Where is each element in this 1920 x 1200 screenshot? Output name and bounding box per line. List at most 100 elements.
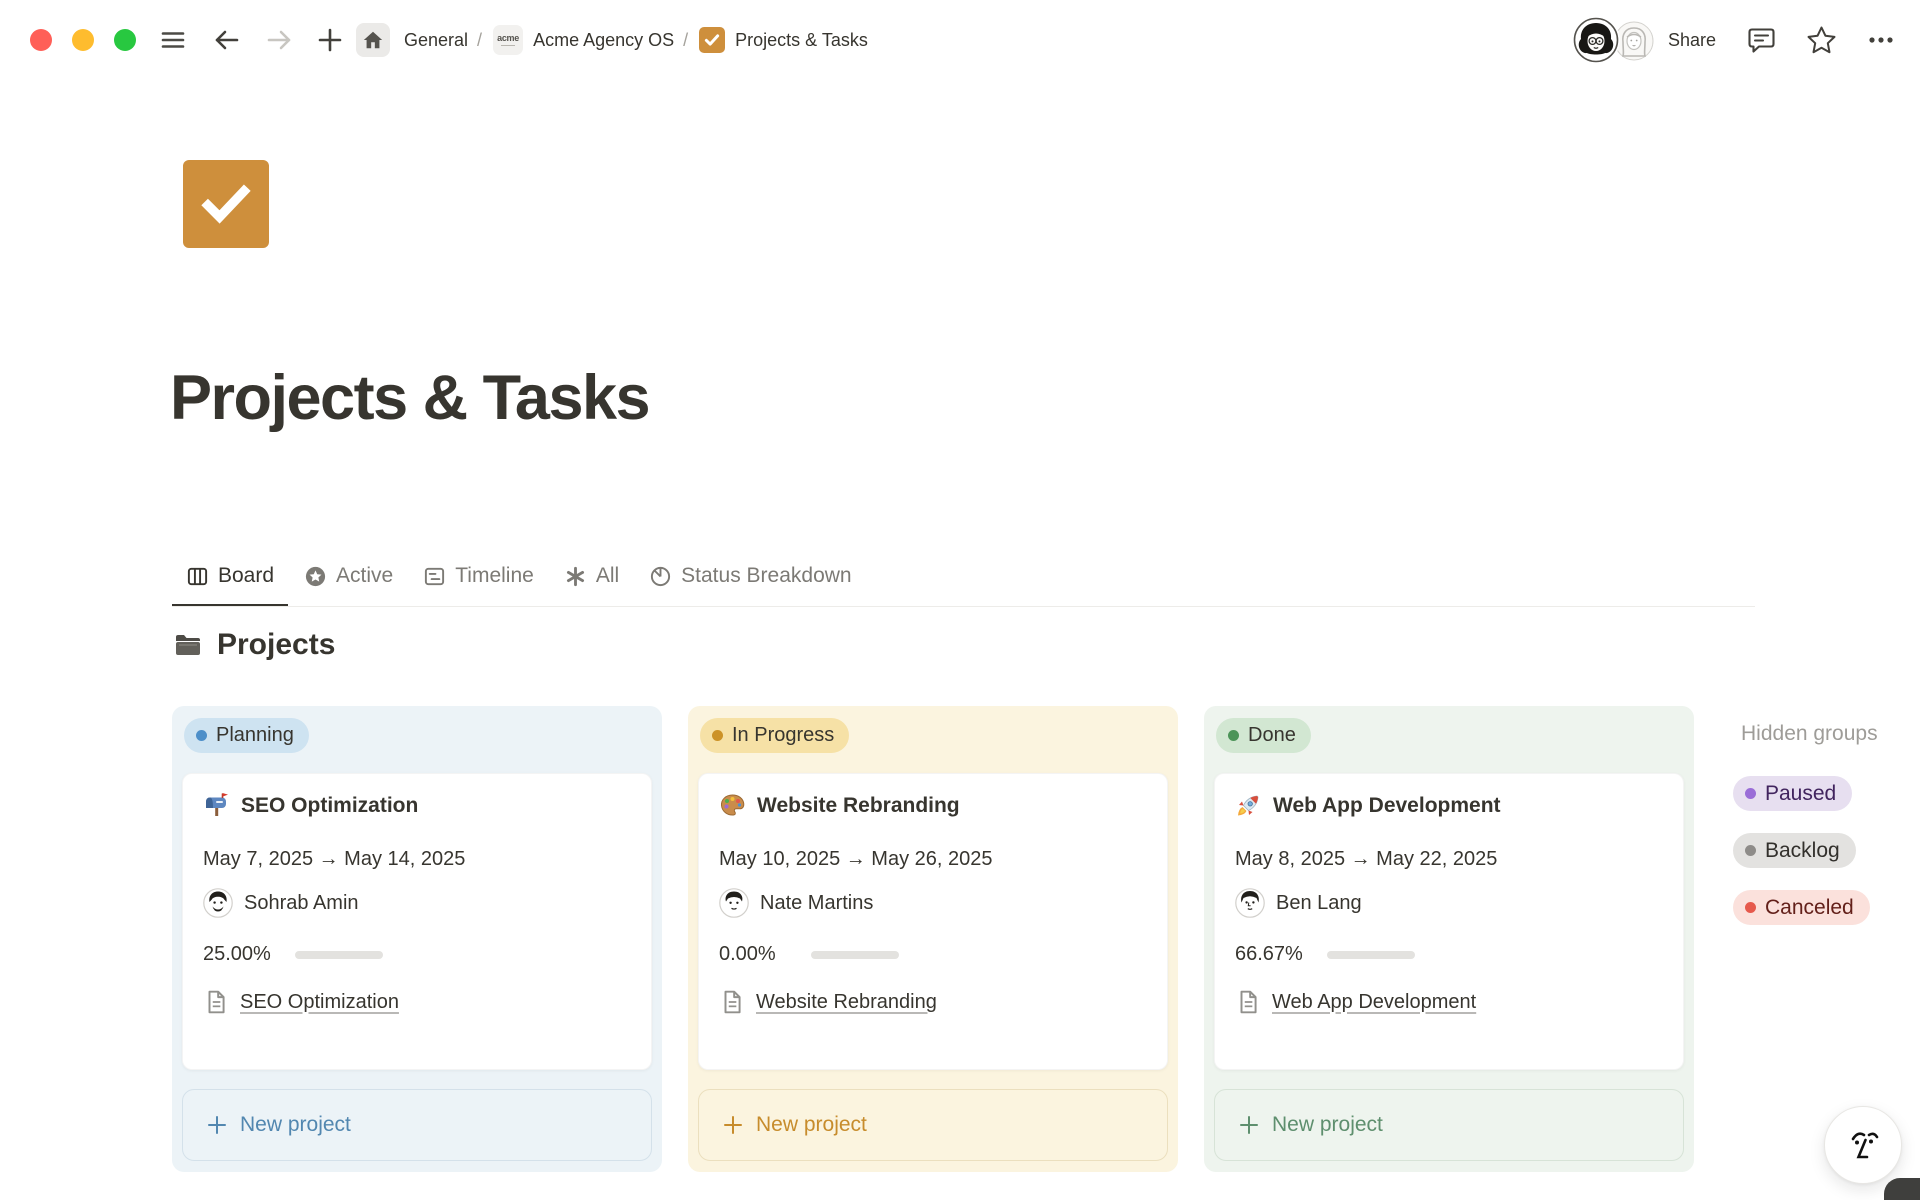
share-button[interactable]: Share bbox=[1668, 30, 1716, 51]
status-badge[interactable]: Done bbox=[1216, 718, 1311, 753]
close-window-button[interactable] bbox=[30, 29, 52, 51]
page-title[interactable]: Projects & Tasks bbox=[170, 362, 649, 434]
collaborator-avatar bbox=[1614, 21, 1654, 61]
assignee-avatar bbox=[1235, 888, 1265, 918]
project-card[interactable]: Website Rebranding May 10, 2025 → May 26… bbox=[698, 773, 1168, 1070]
hidden-group-backlog[interactable]: Backlog bbox=[1733, 833, 1856, 868]
card-progress: 25.00% bbox=[203, 943, 631, 966]
hidden-groups-panel: Hidden groups Paused Backlog Canceled bbox=[1733, 714, 1878, 925]
timeline-icon bbox=[423, 565, 446, 588]
asterisk-icon bbox=[564, 565, 587, 588]
subpage-link[interactable]: Web App Development bbox=[1272, 991, 1476, 1014]
pie-chart-icon bbox=[649, 565, 672, 588]
hidden-group-paused[interactable]: Paused bbox=[1733, 776, 1852, 811]
tab-all[interactable]: All bbox=[550, 548, 633, 607]
notion-window: General / acme Acme Agency OS / Projects… bbox=[0, 0, 1920, 1200]
breadcrumb-separator: / bbox=[683, 30, 688, 51]
favorite-star-icon[interactable] bbox=[1805, 24, 1838, 57]
more-options-icon[interactable] bbox=[1864, 23, 1898, 57]
status-dot-icon bbox=[712, 730, 723, 741]
status-dot-icon bbox=[1745, 845, 1756, 856]
plus-icon bbox=[722, 1114, 744, 1136]
window-toolbar: General / acme Acme Agency OS / Projects… bbox=[0, 0, 1920, 80]
status-dot-icon bbox=[196, 730, 207, 741]
new-project-button[interactable]: New project bbox=[698, 1089, 1168, 1161]
tab-status-breakdown[interactable]: Status Breakdown bbox=[635, 548, 865, 607]
card-subpage-link-row: SEO Optimization bbox=[203, 989, 631, 1015]
rocket-emoji bbox=[1235, 792, 1262, 819]
comments-icon[interactable] bbox=[1746, 25, 1777, 56]
progress-bar bbox=[1327, 951, 1415, 959]
star-badge-icon bbox=[304, 565, 327, 588]
progress-bar bbox=[811, 951, 899, 959]
breadcrumb-separator: / bbox=[477, 30, 482, 51]
sidebar-toggle-icon[interactable] bbox=[158, 25, 188, 55]
breadcrumb-workspace[interactable]: Acme Agency OS bbox=[533, 30, 674, 51]
hidden-group-canceled[interactable]: Canceled bbox=[1733, 890, 1870, 925]
subpage-link[interactable]: Website Rebranding bbox=[756, 991, 937, 1014]
back-icon[interactable] bbox=[212, 25, 242, 55]
new-project-button[interactable]: New project bbox=[1214, 1089, 1684, 1161]
page-icon bbox=[719, 989, 745, 1015]
subpage-link[interactable]: SEO Optimization bbox=[240, 991, 399, 1014]
assignee-avatar bbox=[719, 888, 749, 918]
mailbox-emoji bbox=[203, 792, 230, 819]
plus-icon bbox=[206, 1114, 228, 1136]
section-title[interactable]: Projects bbox=[217, 628, 335, 662]
notion-ai-face-icon bbox=[1841, 1123, 1885, 1167]
home-icon[interactable] bbox=[356, 23, 390, 57]
card-date-range: May 8, 2025 → May 22, 2025 bbox=[1235, 848, 1663, 871]
card-assignee: Sohrab Amin bbox=[203, 888, 631, 918]
card-title: SEO Optimization bbox=[241, 794, 418, 818]
progress-percent: 66.67% bbox=[1235, 943, 1313, 966]
kanban-board: Planning SEO Optimization May 7, 2025 → … bbox=[172, 706, 1920, 1172]
card-date-range: May 10, 2025 → May 26, 2025 bbox=[719, 848, 1147, 871]
card-assignee: Ben Lang bbox=[1235, 888, 1663, 918]
project-card[interactable]: SEO Optimization May 7, 2025 → May 14, 2… bbox=[182, 773, 652, 1070]
board-icon bbox=[186, 565, 209, 588]
status-badge[interactable]: Planning bbox=[184, 718, 309, 753]
page-icon-checkbox[interactable] bbox=[183, 160, 269, 248]
breadcrumb-teamspace[interactable]: General bbox=[404, 30, 468, 51]
workspace-logo-icon[interactable]: acme bbox=[493, 25, 523, 55]
board-column-done: Done Web App Development May 8, 2025 → M… bbox=[1204, 706, 1694, 1172]
page-icon bbox=[1235, 989, 1261, 1015]
breadcrumb-page[interactable]: Projects & Tasks bbox=[735, 30, 868, 51]
status-dot-icon bbox=[1745, 788, 1756, 799]
progress-percent: 0.00% bbox=[719, 943, 797, 966]
notion-ai-button[interactable] bbox=[1824, 1106, 1902, 1184]
card-subpage-link-row: Website Rebranding bbox=[719, 989, 1147, 1015]
progress-percent: 25.00% bbox=[203, 943, 281, 966]
card-subpage-link-row: Web App Development bbox=[1235, 989, 1663, 1015]
desktop-corner-peek bbox=[1884, 1178, 1920, 1200]
card-title: Web App Development bbox=[1273, 794, 1501, 818]
minimize-window-button[interactable] bbox=[72, 29, 94, 51]
new-project-button[interactable]: New project bbox=[182, 1089, 652, 1161]
tab-board[interactable]: Board bbox=[172, 548, 288, 607]
board-column-in-progress: In Progress Website Rebranding May 10, 2… bbox=[688, 706, 1178, 1172]
tab-active[interactable]: Active bbox=[290, 548, 407, 607]
status-dot-icon bbox=[1228, 730, 1239, 741]
card-assignee: Nate Martins bbox=[719, 888, 1147, 918]
view-tabs: Board Active Timeline All Status Breakdo… bbox=[172, 548, 866, 607]
page-checkbox-icon bbox=[699, 27, 725, 53]
tab-timeline[interactable]: Timeline bbox=[409, 548, 548, 607]
page-icon bbox=[203, 989, 229, 1015]
collaborator-avatars[interactable] bbox=[1572, 16, 1656, 64]
zoom-window-button[interactable] bbox=[114, 29, 136, 51]
section-header: Projects bbox=[172, 628, 335, 662]
forward-icon[interactable] bbox=[264, 25, 294, 55]
card-title: Website Rebranding bbox=[757, 794, 960, 818]
tabs-divider bbox=[172, 606, 1755, 607]
new-tab-icon[interactable] bbox=[316, 26, 344, 54]
hidden-groups-label: Hidden groups bbox=[1741, 722, 1878, 746]
status-badge[interactable]: In Progress bbox=[700, 718, 849, 753]
progress-bar bbox=[295, 951, 383, 959]
card-progress: 66.67% bbox=[1235, 943, 1663, 966]
assignee-name: Ben Lang bbox=[1276, 892, 1362, 915]
project-card[interactable]: Web App Development May 8, 2025 → May 22… bbox=[1214, 773, 1684, 1070]
board-column-planning: Planning SEO Optimization May 7, 2025 → … bbox=[172, 706, 662, 1172]
collaborator-avatar bbox=[1572, 16, 1620, 64]
plus-icon bbox=[1238, 1114, 1260, 1136]
assignee-avatar bbox=[203, 888, 233, 918]
